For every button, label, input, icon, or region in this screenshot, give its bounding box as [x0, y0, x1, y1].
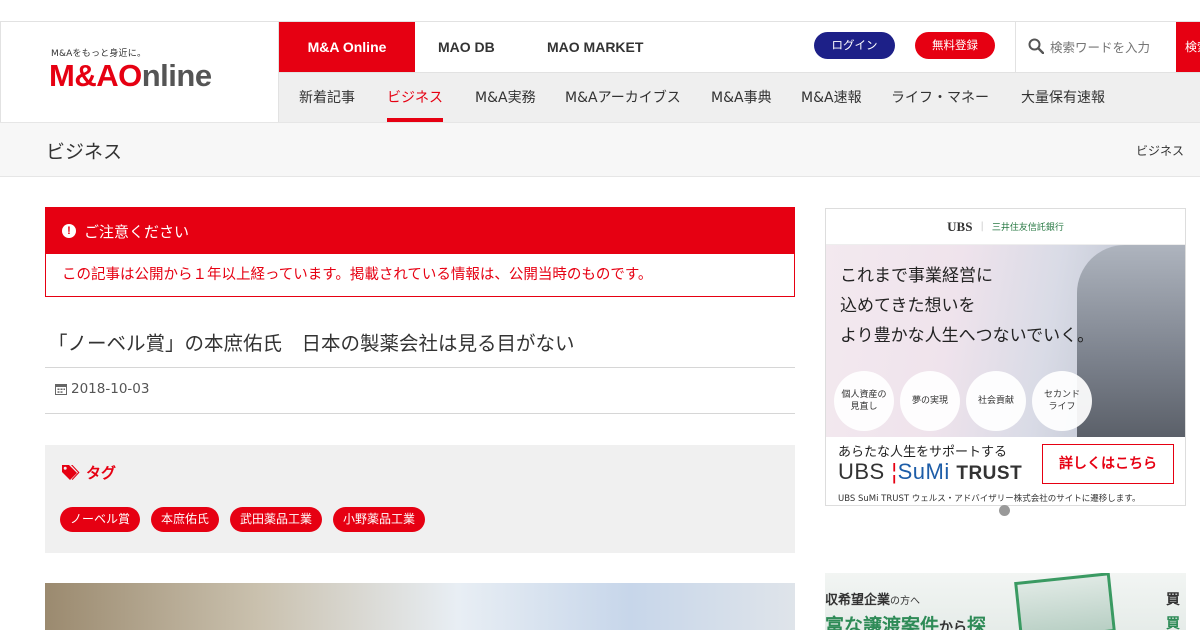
ad-headline-line: より豊かな人生へつないでいく。	[840, 326, 1095, 346]
search-icon	[1028, 38, 1044, 54]
tag-heading-text: タグ	[86, 464, 117, 482]
ad-headline-line: これまで事業経営に	[840, 266, 993, 286]
tag-pill[interactable]: ノーベル賞	[60, 507, 141, 532]
ad-circle: セカンド ライフ	[1032, 371, 1092, 431]
alert-icon: !	[62, 224, 76, 238]
subnav-item-practice[interactable]: M&A実務	[475, 73, 536, 123]
ad-headline: これまで事業経営に 込めてきた想いを より豊かな人生へつないでいく。	[840, 261, 1094, 351]
ad2-line2-end: 探	[967, 615, 987, 630]
search-button[interactable]: 検索	[1176, 22, 1200, 72]
logo-separator: |	[980, 221, 984, 232]
breadcrumb[interactable]: ビジネス	[1136, 142, 1184, 159]
notice-body: この記事は公開から１年以上経っています。掲載されている情報は、公開当時のものです…	[62, 267, 653, 283]
ad-circle: 個人資産の 見直し	[834, 371, 894, 431]
second-banner-ad[interactable]: 収希望企業の方へ 富な譲渡案件から探 買 買	[825, 573, 1186, 630]
tag-heading: タグ	[61, 462, 116, 483]
subnav-item-archives[interactable]: M&Aアーカイブス	[565, 73, 681, 123]
logo-text-o: O	[118, 58, 142, 93]
ad2-line1-small: の方へ	[890, 596, 921, 607]
article-title: 「ノーベル賞」の本庶佑氏 日本の製薬会社は見る目がない	[48, 332, 575, 355]
page-header-bar: ビジネス ビジネス	[0, 122, 1200, 177]
ad-photo: これまで事業経営に 込めてきた想いを より豊かな人生へつないでいく。 個人資産の…	[826, 245, 1185, 437]
tag-pill[interactable]: 小野薬品工業	[333, 507, 426, 532]
logo-text-gray: nline	[141, 58, 212, 93]
subnav-item-holdings[interactable]: 大量保有速報	[1021, 73, 1105, 123]
divider	[45, 413, 795, 414]
login-button[interactable]: ログイン	[814, 32, 895, 59]
ad2-right-line: 買	[1166, 592, 1180, 608]
ad-brand-ubs: UBS	[838, 459, 885, 484]
ad-details-button[interactable]: 詳しくはこちら	[1042, 444, 1174, 484]
ad2-line1-main: 収希望企業	[825, 593, 891, 608]
site-logo[interactable]: M&Aをもっと身近に。 M&AOnline	[1, 22, 279, 122]
ad-logos: UBS | 三井住友信託銀行	[826, 209, 1185, 245]
ad-circle: 社会貢献	[966, 371, 1026, 431]
article-hero-image	[45, 583, 795, 630]
sumitomo-logo: 三井住友信託銀行	[991, 223, 1064, 233]
subnav-item-new[interactable]: 新着記事	[299, 73, 355, 123]
ad-headline-line: 込めてきた想いを	[840, 296, 976, 316]
search-input[interactable]	[1050, 34, 1176, 60]
tag-pill[interactable]: 本庶佑氏	[151, 507, 220, 532]
subnav-item-business[interactable]: ビジネス	[387, 73, 443, 123]
ubs-logo: UBS	[947, 218, 973, 234]
logo-wordmark: M&AOnline	[49, 58, 212, 94]
ad2-line2-main: 富な譲渡案件	[825, 615, 940, 630]
ad2-right-line: 買	[1166, 616, 1180, 630]
subnav-item-life-money[interactable]: ライフ・マネー	[891, 73, 989, 123]
notice-heading-text: ご注意ください	[84, 222, 190, 241]
notice-heading: ! ご注意ください	[46, 208, 794, 254]
ubs-banner-ad[interactable]: UBS | 三井住友信託銀行 これまで事業経営に 込めてきた想いを より豊かな人…	[825, 208, 1186, 506]
ad-circle-text: 夢の実現	[911, 396, 948, 406]
tag-box: タグ ノーベル賞 本庶佑氏 武田薬品工業 小野薬品工業	[45, 445, 795, 553]
tag-list: ノーベル賞 本庶佑氏 武田薬品工業 小野薬品工業	[60, 507, 426, 532]
tag-pill[interactable]: 武田薬品工業	[230, 507, 323, 532]
sub-nav: 新着記事 ビジネス M&A実務 M&Aアーカイブス M&A事典 M&A速報 ライ…	[279, 72, 1200, 123]
article-date-text: 2018-10-03	[71, 381, 150, 397]
ad-brand-trust: TRUST	[956, 463, 1023, 484]
divider	[45, 367, 795, 368]
ad2-line2: 富な譲渡案件から探	[825, 611, 986, 630]
site-header: M&Aをもっと身近に。 M&AOnline M&A Online MAO DB …	[0, 21, 1200, 123]
top-strip	[0, 0, 1200, 21]
ad-brand-sumi: SuMi	[897, 459, 950, 484]
ad-brand: UBS ¦SuMi TRUST	[838, 459, 1022, 485]
tab-mna-online[interactable]: M&A Online	[279, 22, 415, 79]
ad-circle: 夢の実現	[900, 371, 960, 431]
ad-circles: 個人資産の 見直し 夢の実現 社会貢献 セカンド ライフ	[834, 371, 1092, 431]
logo-text-red: M&A	[49, 58, 119, 93]
tag-icon	[62, 465, 80, 480]
ad-circle-text: 個人資産の 見直し	[841, 390, 887, 412]
ad2-line2-particle: から	[939, 620, 968, 630]
article-date: 2018-10-03	[55, 381, 149, 397]
tab-mao-db[interactable]: MAO DB	[438, 22, 495, 72]
ad-footnote: UBS SuMi TRUST ウェルス・アドバイザリー株式会社のサイトに遷移しま…	[838, 494, 1141, 504]
ad2-building-image	[1014, 573, 1116, 630]
subnav-item-news[interactable]: M&A速報	[801, 73, 862, 123]
register-button[interactable]: 無料登録	[915, 32, 995, 59]
ad2-right-text: 買 買	[1166, 588, 1180, 630]
ad-subheading: あらたな人生をサポートする	[838, 445, 1008, 460]
carousel-dot[interactable]	[999, 505, 1010, 516]
subnav-item-dictionary[interactable]: M&A事典	[711, 73, 772, 123]
notice-box: ! ご注意ください この記事は公開から１年以上経っています。掲載されている情報は…	[45, 207, 795, 297]
tab-mao-market[interactable]: MAO MARKET	[547, 22, 643, 72]
page-title: ビジネス	[46, 141, 123, 163]
main-nav: M&A Online MAO DB MAO MARKET ログイン 無料登録 検…	[279, 22, 1200, 79]
ad2-line1: 収希望企業の方へ	[825, 589, 920, 608]
search-area: 検索	[1015, 22, 1200, 72]
calendar-icon	[55, 384, 67, 395]
ad-circle-text: 社会貢献	[977, 396, 1014, 406]
ad-circle-text: セカンド ライフ	[1043, 390, 1080, 412]
